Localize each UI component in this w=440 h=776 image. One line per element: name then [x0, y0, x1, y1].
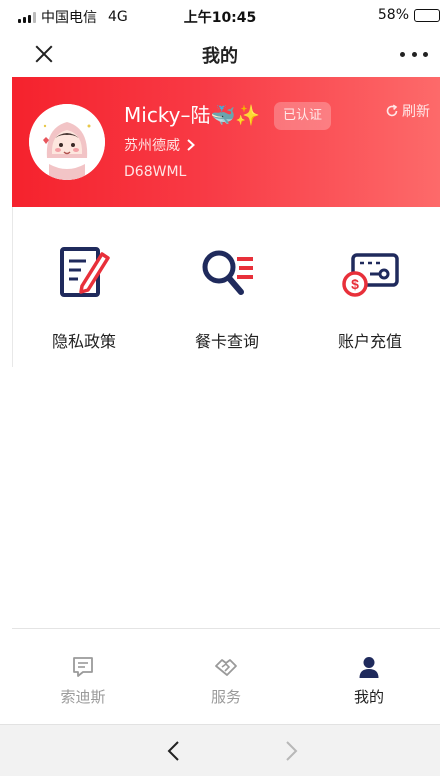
battery-icon	[414, 8, 440, 22]
location-selector[interactable]: 苏州德威	[124, 135, 196, 155]
menu-label-recharge: 账户充值	[337, 332, 402, 351]
close-icon[interactable]	[30, 40, 58, 68]
privacy-policy-icon	[60, 247, 110, 297]
menu-label-card-search: 餐卡查询	[194, 332, 259, 351]
message-icon	[73, 657, 93, 677]
back-arrow-icon[interactable]	[163, 740, 185, 762]
refresh-icon	[386, 104, 398, 117]
location-name: 苏州德威	[124, 138, 180, 154]
recharge-icon: $	[342, 253, 399, 297]
tab-bar: 索迪斯 服务 我的	[12, 628, 440, 724]
user-code: D68WML	[124, 164, 187, 180]
more-icon[interactable]	[400, 46, 428, 62]
battery-percent: 58%	[377, 7, 409, 23]
menu-item-privacy-policy[interactable]: 隐私政策	[13, 207, 155, 367]
refresh-button[interactable]: 刷新	[385, 101, 430, 121]
user-icon	[359, 657, 379, 678]
tab-label-service: 服务	[210, 688, 241, 706]
refresh-label: 刷新	[402, 104, 430, 120]
chevron-right-icon	[187, 139, 195, 151]
menu-item-card-search[interactable]: 餐卡查询	[156, 207, 298, 367]
tab-label-sodexo: 索迪斯	[60, 688, 106, 706]
avatar[interactable]	[29, 104, 105, 180]
user-name: Micky–陆🐳✨	[124, 103, 261, 127]
tab-service[interactable]: 服务	[155, 629, 297, 725]
tab-label-mine: 我的	[353, 688, 384, 706]
nav-bar: 我的	[0, 32, 440, 76]
status-time: 上午10:45	[183, 10, 257, 26]
avatar-illustration	[29, 104, 105, 180]
profile-banner: Micky–陆🐳✨ 已认证 刷新 苏州德威 D68WML	[12, 77, 440, 207]
handshake-icon	[215, 659, 237, 676]
function-menu: 隐私政策 餐卡查询 $ 账户充值	[12, 207, 440, 367]
menu-label-privacy-policy: 隐私政策	[51, 332, 116, 351]
browser-toolbar	[0, 724, 440, 776]
status-bar: 中国电信 4G 上午10:45 58%	[0, 0, 440, 32]
tab-sodexo[interactable]: 索迪斯	[12, 629, 154, 725]
tab-mine[interactable]: 我的	[298, 629, 440, 725]
verified-badge: 已认证	[274, 102, 332, 130]
status-right: 58%	[378, 7, 440, 23]
page-title: 我的	[202, 46, 238, 67]
card-search-icon	[202, 250, 253, 295]
svg-text:$: $	[351, 276, 359, 292]
forward-arrow-icon[interactable]	[280, 740, 302, 762]
menu-item-recharge[interactable]: $ 账户充值	[299, 207, 440, 367]
